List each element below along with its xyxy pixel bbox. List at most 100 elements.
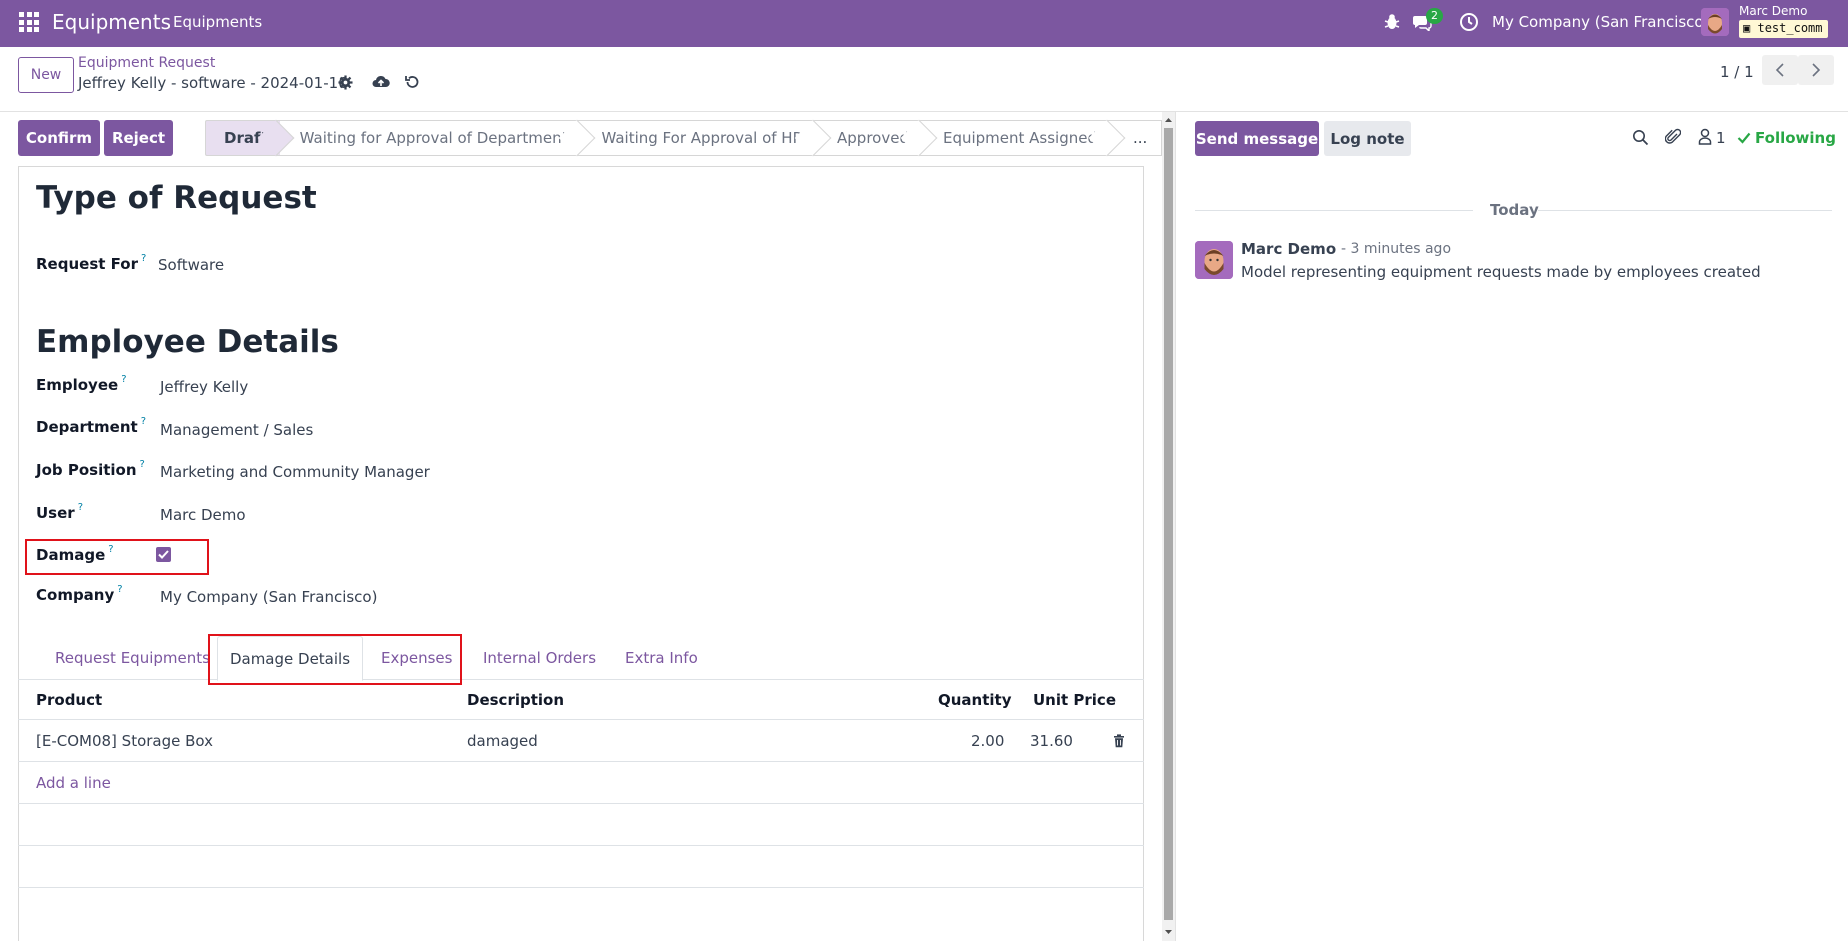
followers-count[interactable]: 1	[1716, 129, 1726, 147]
job-position-value[interactable]: Marketing and Community Manager	[160, 463, 430, 481]
department-label: Department?	[36, 416, 147, 436]
damage-checkbox[interactable]	[156, 547, 171, 562]
apps-menu-icon[interactable]	[19, 12, 39, 32]
table-header: Product Description Quantity Unit Price	[18, 680, 1144, 720]
user-value[interactable]: Marc Demo	[160, 506, 246, 524]
date-separator-label: Today	[1490, 201, 1539, 219]
message-author[interactable]: Marc Demo	[1241, 240, 1336, 258]
breadcrumb-parent[interactable]: Equipment Request	[78, 55, 215, 71]
bug-icon[interactable]	[1384, 13, 1400, 31]
damage-label: Damage?	[36, 544, 114, 564]
app-name[interactable]: Equipments	[52, 10, 171, 34]
job-position-label: Job Position?	[36, 459, 145, 479]
discard-icon[interactable]	[404, 74, 420, 90]
delete-row-icon[interactable]	[1113, 734, 1125, 748]
add-line-row: Add a line	[18, 762, 1144, 804]
column-description[interactable]: Description	[467, 691, 564, 709]
database-badge: ▣ test_comm	[1739, 20, 1828, 38]
stage-label: ...	[1133, 129, 1148, 147]
scrollbar-thumb[interactable]	[1164, 128, 1173, 920]
request-for-label: Request For?	[36, 253, 147, 273]
add-a-line-link[interactable]: Add a line	[36, 774, 111, 792]
employee-label: Employee?	[36, 374, 127, 394]
column-quantity[interactable]: Quantity	[938, 691, 1012, 709]
top-navbar: Equipments Equipments 2 My Company (San …	[0, 0, 1848, 47]
stage-waiting-hr[interactable]: Waiting For Approval of HR	[581, 119, 832, 157]
checkmark-icon	[158, 550, 169, 559]
help-icon[interactable]: ?	[117, 584, 122, 595]
messages-count-badge: 2	[1426, 8, 1443, 24]
paperclip-icon[interactable]	[1665, 128, 1681, 146]
section-title-request: Type of Request	[36, 180, 317, 216]
database-name: test_comm	[1757, 21, 1823, 35]
user-avatar[interactable]	[1701, 8, 1729, 36]
tab-request-equipments[interactable]: Request Equipments	[55, 636, 210, 680]
empty-row	[18, 846, 1144, 888]
cell-description[interactable]: damaged	[467, 732, 538, 750]
user-label: User?	[36, 502, 83, 522]
pager-next-button[interactable]	[1798, 55, 1834, 85]
tabs-highlight-box	[208, 634, 462, 685]
stage-label: Waiting For Approval of HR	[601, 129, 804, 147]
date-separator-line	[1195, 210, 1473, 211]
following-button[interactable]: Following	[1737, 129, 1836, 147]
employee-value[interactable]: Jeffrey Kelly	[160, 378, 248, 396]
tab-extra-info[interactable]: Extra Info	[625, 636, 698, 680]
user-name[interactable]: Marc Demo	[1739, 4, 1807, 18]
menu-equipments[interactable]: Equipments	[173, 13, 262, 31]
status-bar: Draft Waiting for Approval of Department…	[205, 119, 1163, 157]
message-timestamp: - 3 minutes ago	[1341, 241, 1452, 257]
stage-label: Approved	[837, 129, 909, 147]
cloud-upload-icon[interactable]	[372, 74, 390, 90]
column-product[interactable]: Product	[36, 691, 102, 709]
help-icon[interactable]: ?	[141, 253, 146, 264]
reject-button[interactable]: Reject	[104, 120, 173, 156]
cell-unit-price[interactable]: 31.60	[1030, 732, 1073, 750]
help-icon[interactable]: ?	[121, 374, 126, 385]
help-icon[interactable]: ?	[140, 459, 145, 470]
pager-value[interactable]: 1 / 1	[1720, 63, 1754, 81]
stage-draft[interactable]: Draft	[205, 119, 295, 157]
section-title-employee: Employee Details	[36, 324, 339, 360]
company-switcher[interactable]: My Company (San Francisco)	[1492, 13, 1709, 31]
message-body: Model representing equipment requests ma…	[1241, 263, 1761, 281]
company-value[interactable]: My Company (San Francisco)	[160, 588, 377, 606]
column-unit-price[interactable]: Unit Price	[1033, 691, 1116, 709]
breadcrumb-current: Jeffrey Kelly - software - 2024-01-16	[78, 74, 348, 92]
tab-internal-orders[interactable]: Internal Orders	[483, 636, 596, 680]
chatter-divider	[1175, 112, 1176, 941]
log-note-button[interactable]: Log note	[1324, 121, 1411, 156]
new-button[interactable]: New	[18, 57, 74, 93]
company-label: Company?	[36, 584, 123, 604]
chevron-right-icon	[1812, 63, 1821, 77]
stage-equipment-assigned[interactable]: Equipment Assigned	[922, 119, 1126, 157]
search-icon[interactable]	[1632, 129, 1649, 146]
help-icon[interactable]: ?	[78, 502, 83, 513]
stage-waiting-department[interactable]: Waiting for Approval of Department	[279, 119, 596, 157]
stage-label: Equipment Assigned	[942, 129, 1097, 147]
request-for-value[interactable]: Software	[158, 256, 224, 274]
department-value[interactable]: Management / Sales	[160, 421, 313, 439]
activity-clock-icon[interactable]	[1459, 12, 1479, 32]
database-icon: ▣	[1743, 21, 1751, 35]
date-separator-line	[1538, 210, 1832, 211]
pager-previous-button[interactable]	[1762, 55, 1798, 85]
followers-icon[interactable]	[1698, 128, 1712, 146]
stage-approved[interactable]: Approved	[817, 119, 938, 157]
cell-quantity[interactable]: 2.00	[971, 732, 1004, 750]
help-icon[interactable]: ?	[141, 416, 146, 427]
table-row[interactable]: [E-COM08] Storage Box damaged 2.00 31.60	[18, 720, 1144, 762]
scroll-up-arrow-icon[interactable]	[1162, 114, 1175, 126]
stage-label: Waiting for Approval of Department	[299, 129, 568, 147]
notebook-tabs: Request Equipments Damage Details Expens…	[18, 636, 1144, 681]
send-message-button[interactable]: Send message	[1195, 121, 1319, 156]
cell-product[interactable]: [E-COM08] Storage Box	[36, 732, 213, 750]
control-panel: New Equipment Request Jeffrey Kelly - so…	[0, 47, 1848, 112]
gear-icon[interactable]	[338, 75, 353, 90]
chevron-left-icon	[1775, 63, 1784, 77]
confirm-button[interactable]: Confirm	[18, 120, 100, 156]
message-author-avatar[interactable]	[1195, 241, 1233, 279]
check-icon	[1737, 132, 1751, 144]
scroll-down-arrow-icon[interactable]	[1162, 926, 1175, 938]
help-icon[interactable]: ?	[108, 544, 113, 555]
